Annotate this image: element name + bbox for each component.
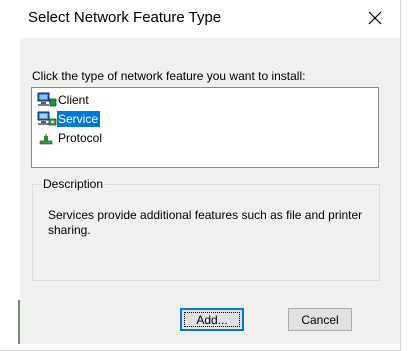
- list-item-label: Client: [58, 93, 89, 107]
- close-icon: [368, 11, 382, 25]
- list-item-client[interactable]: Client: [37, 91, 91, 109]
- description-group: Description Services provide additional …: [32, 177, 380, 281]
- client-network-icon: [37, 92, 57, 107]
- protocol-network-icon: [39, 134, 53, 145]
- dialog-title: Select Network Feature Type: [28, 9, 222, 26]
- description-text: Services provide additional features suc…: [48, 208, 363, 237]
- cancel-button[interactable]: Cancel: [288, 308, 352, 331]
- description-legend: Description: [41, 177, 106, 191]
- list-item-service[interactable]: Service: [37, 110, 101, 128]
- close-button[interactable]: [354, 2, 396, 34]
- title-bar: Select Network Feature Type: [0, 0, 400, 38]
- list-item-label: Service: [57, 111, 101, 127]
- add-button[interactable]: Add...: [180, 308, 244, 331]
- list-item-label: Protocol: [58, 131, 103, 145]
- instruction-label: Click the type of network feature you wa…: [32, 69, 306, 83]
- feature-type-list[interactable]: Client Service Protocol: [31, 87, 379, 168]
- dialog-window: Select Network Feature Type Click the ty…: [0, 0, 401, 351]
- dialog-content: Click the type of network feature you wa…: [20, 38, 400, 344]
- list-item-protocol[interactable]: Protocol: [37, 129, 104, 147]
- service-network-icon: [37, 111, 57, 126]
